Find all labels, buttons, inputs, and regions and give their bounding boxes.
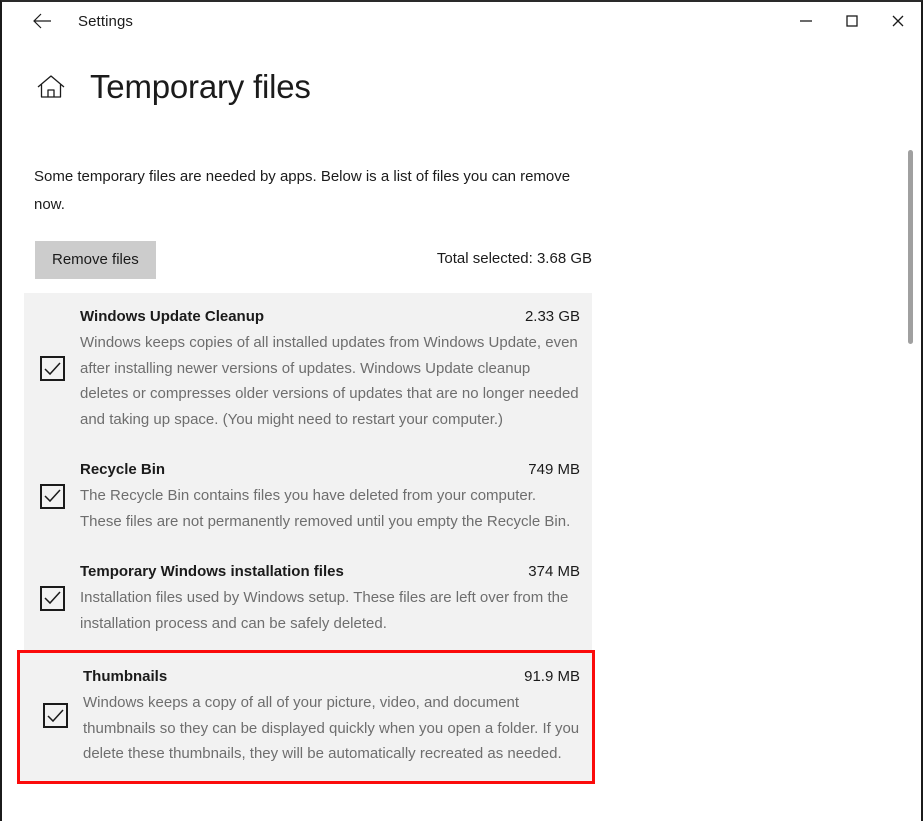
remove-files-button[interactable]: Remove files — [35, 241, 156, 279]
item-size: 374 MB — [528, 563, 580, 580]
back-button[interactable] — [22, 5, 62, 37]
item-checkbox[interactable] — [39, 356, 65, 381]
page-title: Temporary files — [90, 68, 311, 105]
scrollbar-track[interactable] — [903, 40, 919, 821]
list-item[interactable]: Temporary Windows installation files 374 … — [24, 548, 592, 650]
checkmark-icon — [43, 361, 62, 377]
item-body: Thumbnails 91.9 MB Windows keeps a copy of… — [83, 665, 592, 767]
total-selected-label: Total selected: 3.68 GB — [436, 250, 592, 267]
item-checkbox[interactable] — [39, 483, 65, 509]
title-bar: Settings — [2, 2, 921, 40]
item-name: Thumbnails — [83, 668, 168, 685]
temporary-files-list: Windows Update Cleanup 2.33 GB Windows kee… — [17, 293, 595, 784]
item-size: 91.9 MB — [524, 668, 580, 685]
maximize-icon — [845, 14, 859, 28]
item-size: 2.33 GB — [524, 308, 580, 325]
item-description: Installation files used by Windows setup… — [80, 589, 569, 632]
item-description: Windows keeps a copy of all of your pict… — [83, 694, 580, 762]
item-body: Windows Update Cleanup 2.33 GB Windows kee… — [80, 305, 592, 432]
item-checkbox[interactable] — [42, 703, 68, 729]
checkbox-cell — [27, 703, 83, 729]
maximize-button[interactable] — [829, 2, 875, 40]
list-item[interactable]: Windows Update Cleanup 2.33 GB Windows kee… — [24, 293, 592, 446]
app-title: Settings — [78, 12, 133, 30]
home-button[interactable] — [34, 70, 68, 104]
item-name: Recycle Bin — [80, 461, 166, 478]
minimize-button[interactable] — [783, 2, 829, 40]
window-controls — [783, 2, 921, 40]
checkmark-icon — [46, 708, 65, 724]
settings-window: Settings Temporary files Some temporary … — [0, 0, 923, 821]
action-row: Remove files Total selected: 3.68 GB — [35, 241, 592, 279]
item-header: Temporary Windows installation files 374 … — [80, 560, 580, 584]
item-body: Temporary Windows installation files 374 … — [80, 560, 592, 636]
item-header: Windows Update Cleanup 2.33 GB — [80, 305, 580, 329]
list-item[interactable]: Recycle Bin 749 MB The Recycle Bin contain… — [24, 446, 592, 548]
back-arrow-icon — [32, 13, 52, 29]
checkbox-cell — [24, 585, 80, 611]
item-size: 749 MB — [528, 461, 580, 478]
item-name: Temporary Windows installation files — [80, 563, 344, 580]
page-header: Temporary files — [2, 68, 311, 106]
scrollbar-thumb[interactable] — [908, 150, 913, 344]
checkbox-cell — [24, 356, 80, 381]
checkmark-icon — [43, 590, 62, 606]
item-header: Recycle Bin 749 MB — [80, 458, 580, 482]
close-button[interactable] — [875, 2, 921, 40]
item-description: The Recycle Bin contains files you have … — [80, 487, 571, 530]
home-icon — [36, 74, 66, 100]
item-header: Thumbnails 91.9 MB — [83, 665, 580, 689]
item-body: Recycle Bin 749 MB The Recycle Bin contain… — [80, 458, 592, 534]
intro-text: Some temporary files are needed by apps.… — [34, 168, 571, 213]
minimize-icon — [799, 14, 813, 28]
item-checkbox[interactable] — [39, 585, 65, 611]
checkmark-icon — [43, 488, 62, 504]
list-item[interactable]: Thumbnails 91.9 MB Windows keeps a copy of… — [17, 650, 595, 784]
item-name: Windows Update Cleanup — [80, 308, 265, 325]
item-description: Windows keeps copies of all installed up… — [80, 334, 579, 428]
close-icon — [891, 14, 905, 28]
checkbox-cell — [24, 483, 80, 509]
